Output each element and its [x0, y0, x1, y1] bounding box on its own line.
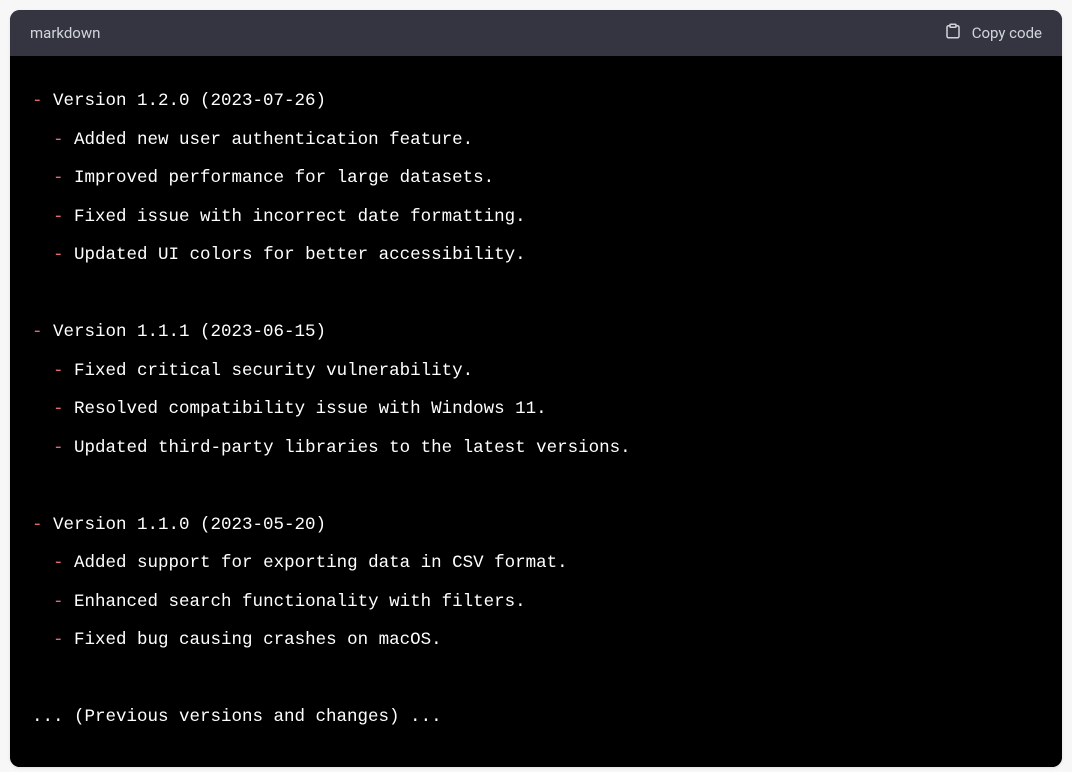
code-block: markdown Copy code - Version 1.2.0 (2023…: [10, 10, 1062, 767]
code-line: - Enhanced search functionality with fil…: [32, 583, 1040, 622]
code-line: - Fixed critical security vulnerability.: [32, 352, 1040, 391]
code-line: [32, 660, 1040, 699]
code-line: - Added new user authentication feature.: [32, 121, 1040, 160]
code-body: - Version 1.2.0 (2023-07-26) - Added new…: [10, 56, 1062, 767]
code-line: - Added support for exporting data in CS…: [32, 544, 1040, 583]
code-line: - Improved performance for large dataset…: [32, 159, 1040, 198]
code-line: - Fixed bug causing crashes on macOS.: [32, 621, 1040, 660]
clipboard-icon: [944, 22, 962, 44]
code-header: markdown Copy code: [10, 10, 1062, 56]
code-line: - Fixed issue with incorrect date format…: [32, 198, 1040, 237]
copy-code-label: Copy code: [972, 24, 1042, 42]
code-line: [32, 275, 1040, 314]
code-line: - Updated third-party libraries to the l…: [32, 429, 1040, 468]
code-line: - Resolved compatibility issue with Wind…: [32, 390, 1040, 429]
code-line: - Version 1.2.0 (2023-07-26): [32, 82, 1040, 121]
copy-code-button[interactable]: Copy code: [944, 22, 1042, 44]
code-line: [32, 467, 1040, 506]
language-label: markdown: [30, 24, 100, 42]
code-line: - Updated UI colors for better accessibi…: [32, 236, 1040, 275]
code-line: - Version 1.1.0 (2023-05-20): [32, 506, 1040, 545]
code-line: ... (Previous versions and changes) ...: [32, 698, 1040, 737]
code-line: - Version 1.1.1 (2023-06-15): [32, 313, 1040, 352]
